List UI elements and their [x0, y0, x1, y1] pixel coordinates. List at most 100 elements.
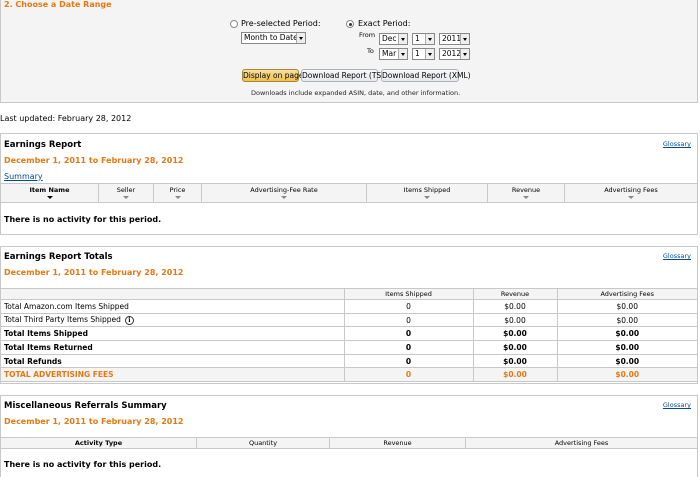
- sort-arrow-icon: [174, 196, 181, 199]
- summary-link[interactable]: Summary: [4, 172, 43, 181]
- sort-arrow-icon: [424, 196, 430, 199]
- sort-arrow-icon: [281, 196, 287, 199]
- chevron-down-icon: [460, 49, 469, 59]
- column-advertising-fees[interactable]: Advertising Fees: [565, 184, 697, 202]
- earnings-report-panel: Earnings Report Glossary December 1, 201…: [0, 133, 698, 235]
- totals-table: Items Shipped Revenue Advertising Fees T…: [1, 288, 697, 383]
- from-year-select[interactable]: 2011: [439, 33, 470, 45]
- column-advertising-fees-label: Advertising Fees: [604, 186, 658, 194]
- row-label: TOTAL ADVERTISING FEES: [1, 367, 345, 383]
- to-month-value: Mar: [382, 49, 397, 58]
- misc-period: December 1, 2011 to February 28, 2012: [4, 417, 184, 426]
- chevron-down-icon: [425, 34, 434, 44]
- date-range-title: 2. Choose a Date Range: [4, 0, 112, 9]
- row-fees: $0.00: [557, 353, 697, 368]
- row-label: Total Items Shipped: [1, 326, 345, 341]
- to-year-select[interactable]: 2012: [439, 48, 470, 60]
- table-row: Total Refunds 0 $0.00 $0.00: [1, 353, 697, 368]
- downloads-note: Downloads include expanded ASIN, date, a…: [251, 89, 461, 97]
- preselected-period-radio[interactable]: [230, 20, 238, 28]
- row-shipped: 0: [344, 312, 474, 327]
- row-label: Total Refunds: [1, 353, 345, 368]
- exact-period-radio[interactable]: [346, 20, 354, 28]
- date-range-panel: 2. Choose a Date Range Pre-selected Peri…: [0, 0, 698, 103]
- row-label: Total Third Party Items Shipped: [4, 315, 121, 325]
- column-revenue[interactable]: Revenue: [488, 184, 565, 202]
- row-fees: $0.00: [557, 299, 697, 314]
- row-revenue: $0.00: [473, 299, 558, 314]
- column-advertising-fees: Advertising Fees: [554, 439, 609, 447]
- to-month-select[interactable]: Mar: [379, 48, 408, 60]
- from-year-value: 2011: [442, 34, 462, 43]
- sort-arrow-icon: [523, 196, 529, 199]
- from-day-value: 1: [415, 34, 420, 43]
- totals-panel: Earnings Report Totals Glossary December…: [0, 246, 698, 384]
- column-item-name-label: Item Name: [29, 186, 70, 194]
- from-month-value: Dec: [382, 34, 397, 43]
- download-xml-button[interactable]: Download Report (XML): [381, 69, 471, 82]
- row-revenue: $0.00: [473, 326, 558, 341]
- earnings-empty-message: There is no activity for this period.: [4, 215, 162, 224]
- row-shipped: 0: [344, 367, 474, 383]
- column-items-shipped-label: Items Shipped: [403, 186, 451, 194]
- column-items-shipped[interactable]: Items Shipped: [367, 184, 488, 202]
- to-day-select[interactable]: 1: [412, 48, 435, 60]
- to-day-value: 1: [415, 49, 420, 58]
- earnings-report-title: Earnings Report: [4, 140, 82, 150]
- chevron-down-icon: [460, 34, 469, 44]
- preselected-period-label: Pre-selected Period:: [241, 19, 321, 28]
- display-on-page-button[interactable]: Display on page: [242, 69, 304, 82]
- row-fees: $0.00: [557, 340, 697, 355]
- download-tsv-button[interactable]: Download Report (TSV): [301, 69, 389, 82]
- sort-arrow-icon: [123, 196, 129, 199]
- info-icon[interactable]: i: [124, 315, 134, 325]
- earnings-glossary-link[interactable]: Glossary: [663, 140, 691, 148]
- misc-referrals-panel: Miscellaneous Referrals Summary Glossary…: [0, 395, 698, 477]
- misc-table-header: Activity Type Quantity Revenue Advertisi…: [1, 437, 697, 449]
- totals-title: Earnings Report Totals: [4, 252, 113, 262]
- totals-period: December 1, 2011 to February 28, 2012: [4, 268, 184, 277]
- row-fees: $0.00: [557, 326, 697, 341]
- from-day-select[interactable]: 1: [412, 33, 435, 45]
- row-revenue: $0.00: [473, 367, 558, 383]
- chevron-down-icon: [425, 49, 434, 59]
- table-row: Total Items Returned 0 $0.00 $0.00: [1, 340, 697, 355]
- from-label: From: [359, 31, 376, 39]
- chevron-down-icon: [398, 49, 407, 59]
- row-fees: $0.00: [557, 312, 697, 327]
- column-seller-label: Seller: [116, 186, 136, 194]
- to-year-value: 2012: [442, 49, 462, 58]
- misc-glossary-link[interactable]: Glossary: [663, 401, 691, 409]
- sort-arrow-icon: [628, 196, 634, 199]
- row-shipped: 0: [344, 353, 474, 368]
- last-updated: Last updated: February 28, 2012: [0, 114, 132, 123]
- totals-header-row: Items Shipped Revenue Advertising Fees: [1, 288, 697, 300]
- chevron-down-icon: [398, 34, 407, 44]
- to-label: To: [367, 47, 374, 55]
- table-row: Total Third Party Items Shipped i 0 $0.00…: [1, 312, 697, 327]
- column-price[interactable]: Price: [154, 184, 202, 202]
- row-shipped: 0: [344, 299, 474, 314]
- totals-header-items-shipped: Items Shipped: [344, 288, 474, 300]
- totals-header-revenue: Revenue: [473, 288, 558, 300]
- column-seller[interactable]: Seller: [99, 184, 154, 202]
- column-fee-rate[interactable]: Advertising-Fee Rate: [202, 184, 367, 202]
- totals-header-advertising-fees: Advertising Fees: [557, 288, 697, 300]
- column-item-name[interactable]: Item Name: [1, 184, 99, 202]
- row-label: Total Amazon.com Items Shipped: [1, 299, 345, 314]
- row-label-cell: Total Third Party Items Shipped i: [1, 312, 345, 327]
- preselected-period-select[interactable]: Month to Date: [241, 32, 306, 44]
- table-row: Total Items Shipped 0 $0.00 $0.00: [1, 326, 697, 341]
- column-activity-type: Activity Type: [1, 438, 197, 448]
- row-revenue: $0.00: [473, 353, 558, 368]
- earnings-report-period: December 1, 2011 to February 28, 2012: [4, 156, 184, 165]
- table-row: TOTAL ADVERTISING FEES 0 $0.00 $0.00: [1, 367, 697, 383]
- totals-header-blank: [1, 288, 345, 300]
- exact-period-label: Exact Period:: [358, 19, 411, 28]
- from-month-select[interactable]: Dec: [379, 33, 408, 45]
- table-row: Total Amazon.com Items Shipped 0 $0.00 $…: [1, 299, 697, 314]
- row-revenue: $0.00: [473, 312, 558, 327]
- totals-glossary-link[interactable]: Glossary: [663, 252, 691, 260]
- misc-title: Miscellaneous Referrals Summary: [4, 401, 167, 411]
- column-fee-rate-label: Advertising-Fee Rate: [250, 186, 318, 194]
